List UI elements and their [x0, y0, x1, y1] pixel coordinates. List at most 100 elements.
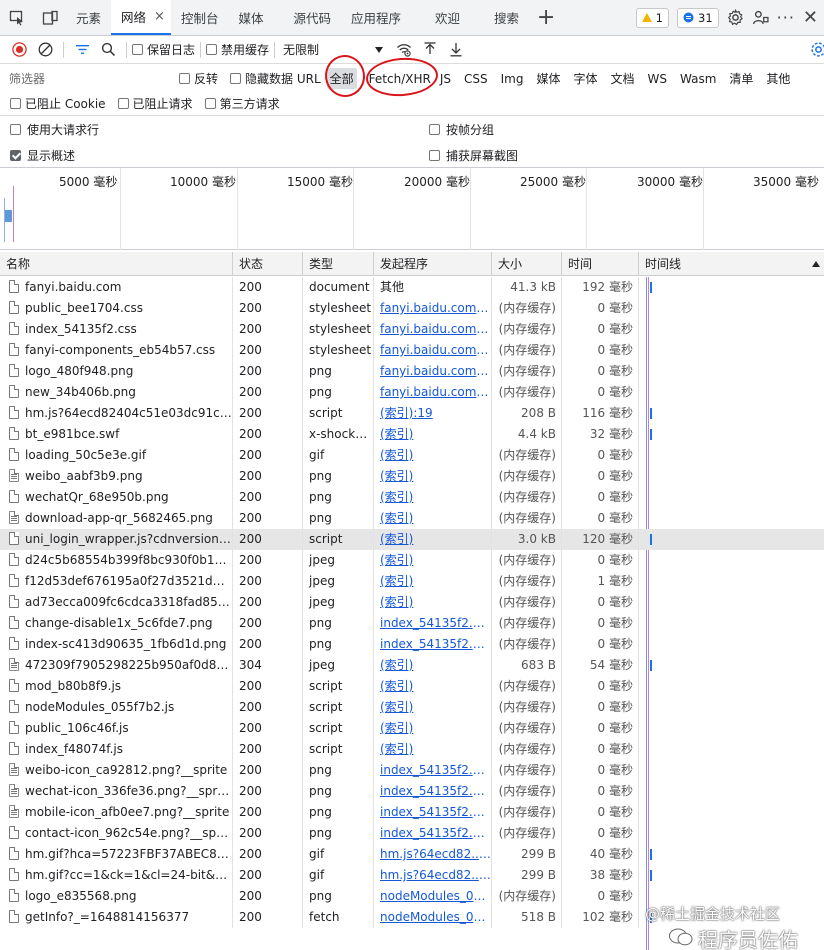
table-row[interactable]: bt_e981bce.swf 200 x-shockw... (索引) 4.4 kB 32… [0, 424, 824, 445]
cell-initiator[interactable]: (索引) [374, 655, 492, 676]
column-header-size[interactable]: 大小 [492, 252, 562, 276]
column-header-time[interactable]: 时间 [562, 252, 639, 276]
show-overview-checkbox[interactable]: 显示概述 [10, 147, 75, 164]
column-header-name[interactable]: 名称 [0, 252, 233, 276]
table-row[interactable]: hm.gif?hca=57223FBF37ABEC8B&cc...200gifh… [0, 844, 824, 865]
export-har-icon[interactable] [443, 39, 469, 61]
checkbox-box[interactable] [206, 44, 218, 55]
cell-initiator[interactable]: (索引) [374, 550, 492, 571]
table-row[interactable]: weibo-icon_ca92812.png?__sprite 200 png ind… [0, 760, 824, 781]
cell-initiator[interactable]: (索引) [374, 739, 492, 760]
table-row[interactable]: loading_50c5e3e.gif 200 gif (索引) (内存缓存) 0 毫秒 [0, 445, 824, 466]
warnings-badge[interactable]: 1 [635, 7, 669, 28]
cell-initiator[interactable]: (索引) [374, 571, 492, 592]
table-row[interactable]: contact-icon_962c54e.png?__sprite 200 png i… [0, 823, 824, 844]
invert-checkbox[interactable]: 反转 [179, 70, 218, 87]
blocked-cookies-checkbox[interactable]: 已阻止 Cookie [10, 95, 106, 112]
blocked-requests-checkbox[interactable]: 已阻止请求 [117, 95, 193, 112]
cell-initiator[interactable]: (索引) [374, 508, 492, 529]
gear-icon[interactable] [727, 9, 744, 26]
clear-icon[interactable] [32, 39, 58, 61]
close-devtools-icon[interactable]: ✕ [803, 7, 818, 28]
table-row[interactable]: new_34b406b.png 200 png fanyi.baidu.com/:1.… [0, 382, 824, 403]
cell-initiator[interactable]: (索引):19 [374, 403, 492, 424]
table-row[interactable]: fanyi.baidu.com 200 document 其他 41.3 kB 192 毫… [0, 277, 824, 298]
column-header-status[interactable]: 状态 [233, 252, 303, 276]
table-row[interactable]: mobile-icon_afb0ee7.png?__sprite 200 png in… [0, 802, 824, 823]
tab-sources[interactable]: 源代码 [273, 0, 341, 35]
cell-initiator[interactable]: (索引) [374, 466, 492, 487]
network-conditions-icon[interactable] [391, 39, 417, 61]
add-tab-icon[interactable]: + [529, 0, 563, 35]
table-row[interactable]: public_bee1704.css 200 stylesheet fanyi.bai… [0, 298, 824, 319]
table-row[interactable]: index_f48074f.js 200 script (索引) (内存缓存) 0 毫秒 [0, 739, 824, 760]
tab-network[interactable]: 网络 × [111, 0, 171, 35]
checkbox-box[interactable] [429, 124, 440, 135]
table-row[interactable]: wechat-icon_336fe36.png?__sprite 200 png in… [0, 781, 824, 802]
record-icon[interactable] [6, 39, 32, 61]
checkbox-box[interactable] [179, 73, 190, 84]
tab-application[interactable]: 应用程序 [341, 0, 411, 35]
cell-initiator[interactable]: (索引) [374, 676, 492, 697]
filter-type-css[interactable]: CSS [461, 70, 491, 88]
table-row[interactable]: hm.gif?cc=1&ck=1&cl=24-bit&ds=... 200 gif h… [0, 865, 824, 886]
table-row[interactable]: public_106c46f.js 200 script (索引) (内存缓存) 0 毫秒 [0, 718, 824, 739]
table-row[interactable]: nodeModules_055f7b2.js 200 script (索引) (内存缓存… [0, 697, 824, 718]
table-row[interactable]: wechatQr_68e950b.png 200 png (索引) (内存缓存) 0 毫秒 [0, 487, 824, 508]
cell-initiator[interactable]: index_54135f2.css [374, 781, 492, 802]
table-row[interactable]: weibo_aabf3b9.png 200 png (索引) (内存缓存) 0 毫秒 [0, 466, 824, 487]
cell-initiator[interactable]: (索引) [374, 487, 492, 508]
table-row[interactable]: fanyi-components_eb54b57.css 200 styleshee… [0, 340, 824, 361]
filter-type-font[interactable]: 字体 [570, 68, 600, 89]
checkbox-box[interactable] [429, 150, 440, 161]
cell-initiator[interactable]: hm.js?64ecd82...:26 [374, 865, 492, 886]
throttling-select[interactable]: 无限制 [279, 41, 387, 58]
column-header-waterfall[interactable]: 时间线 [639, 252, 824, 276]
table-row[interactable]: mod_b80b8f9.js 200 script (索引) (内存缓存) 0 毫秒 [0, 676, 824, 697]
filter-type-js[interactable]: JS [437, 70, 454, 88]
filter-type-manifest[interactable]: 清单 [726, 68, 756, 89]
import-har-icon[interactable] [417, 39, 443, 61]
cell-initiator[interactable]: fanyi.baidu.com/:48 [374, 361, 492, 382]
checkbox-box[interactable] [230, 73, 242, 84]
tab-welcome[interactable]: 欢迎 [411, 0, 484, 35]
search-icon[interactable] [95, 39, 121, 61]
filter-type-wasm[interactable]: Wasm [677, 70, 719, 88]
cell-initiator[interactable]: hm.js?64ecd82...:26 [374, 844, 492, 865]
cell-initiator[interactable]: (索引) [374, 697, 492, 718]
close-icon[interactable]: × [154, 9, 165, 24]
hide-data-urls-checkbox[interactable]: 隐藏数据 URL [230, 70, 321, 87]
cell-initiator[interactable]: (索引) [374, 445, 492, 466]
filter-type-ws[interactable]: WS [645, 70, 670, 88]
filter-type-fetch-xhr[interactable]: Fetch/XHR [366, 70, 434, 88]
filter-type-other[interactable]: 其他 [763, 68, 793, 89]
cell-initiator[interactable]: (索引) [374, 592, 492, 613]
more-options-icon[interactable]: ··· [777, 8, 795, 27]
group-by-frame-checkbox[interactable]: 按帧分组 [429, 121, 494, 138]
customize-devtools-icon[interactable] [752, 9, 769, 26]
table-row[interactable]: uni_login_wrapper.js?cdnversion=20... 200… [0, 529, 824, 550]
filter-type-doc[interactable]: 文档 [608, 68, 638, 89]
network-overview[interactable]: 5000 毫秒 10000 毫秒 15000 毫秒 20000 毫秒 25000… [0, 168, 824, 250]
cell-initiator[interactable]: (索引) [374, 718, 492, 739]
table-row[interactable]: logo_480f948.png 200 png fanyi.baidu.com/:4… [0, 361, 824, 382]
table-row[interactable]: d24c5b68554b399f8bc930f0b1455b...200jpeg… [0, 550, 824, 571]
cell-initiator[interactable]: fanyi.baidu.com/:39 [374, 340, 492, 361]
preserve-log-checkbox[interactable]: 保留日志 [132, 41, 195, 58]
tab-elements[interactable]: 元素 [66, 0, 111, 35]
filter-type-img[interactable]: Img [498, 70, 527, 88]
big-rows-checkbox[interactable]: 使用大请求行 [10, 121, 99, 138]
column-header-type[interactable]: 类型 [303, 252, 374, 276]
column-header-initiator[interactable]: 发起程序 [374, 252, 492, 276]
filter-type-media[interactable]: 媒体 [533, 68, 563, 89]
filter-icon[interactable] [69, 39, 95, 61]
device-toolbar-icon[interactable] [33, 0, 66, 35]
table-row[interactable]: change-disable1x_5c6fde7.png 200 png index_… [0, 613, 824, 634]
tab-console[interactable]: 控制台 [171, 0, 229, 35]
checkbox-box[interactable] [10, 150, 21, 161]
table-row[interactable]: ad73ecca009fc6cdca3318fad85f031...200jpe… [0, 592, 824, 613]
network-settings-icon[interactable] [810, 41, 824, 58]
capture-screenshots-checkbox[interactable]: 捕获屏幕截图 [429, 147, 518, 164]
tab-media[interactable]: 媒体 [228, 0, 273, 35]
messages-badge[interactable]: 31 [677, 7, 719, 28]
